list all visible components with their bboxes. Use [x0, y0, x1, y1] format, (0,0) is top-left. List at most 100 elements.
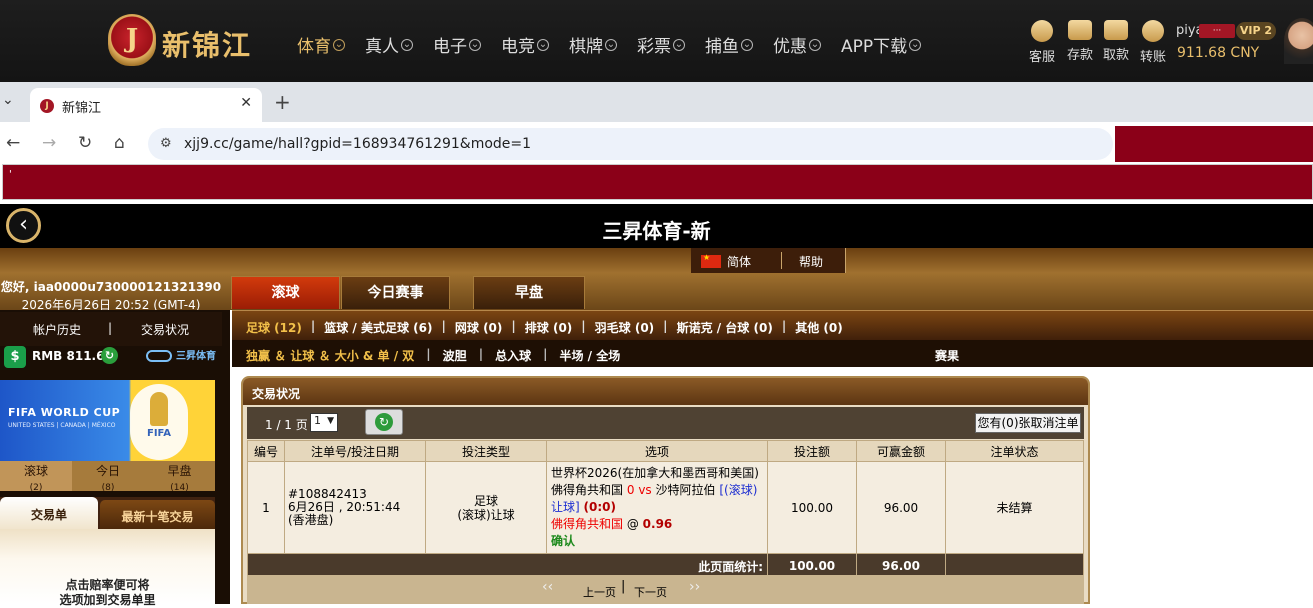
chevron-down-icon: ⌄	[333, 38, 345, 51]
sidebar-early-tab[interactable]: 早盘 (14)	[144, 461, 215, 493]
avatar[interactable]	[1284, 18, 1313, 64]
chevron-down-icon: ⌄	[809, 38, 821, 51]
table-row: 1 #108842413 6月26日 , 20:51:44 (香港盘) 足球 (滚…	[247, 461, 1084, 554]
last-ten-tab[interactable]: 最新十笔交易	[100, 500, 215, 529]
china-flag-icon[interactable]	[701, 253, 721, 268]
favicon-icon: J	[40, 99, 54, 113]
sport-item[interactable]: 足球 (12)	[246, 319, 302, 336]
url-bar[interactable]: ⚙ xjj9.cc/game/hall?gpid=168934761291&mo…	[148, 128, 1113, 160]
account-history-link[interactable]: 帐户历史	[33, 321, 81, 338]
away-team: 沙特阿拉伯	[655, 483, 716, 497]
trophy-icon	[150, 392, 168, 426]
sidebar-live-tab[interactable]: 滚球 (2)	[0, 461, 72, 493]
sport-item[interactable]: 其他 (0)	[795, 319, 843, 336]
cancelled-tickets-button[interactable]: 您有(0)张取消注单	[975, 413, 1081, 433]
forward-arrow-icon[interactable]: →	[42, 133, 56, 153]
new-tab-icon[interactable]: +	[274, 90, 291, 114]
ticket-status: 未结算	[945, 461, 1084, 554]
sport-item[interactable]: 篮球 / 美式足球 (6)	[324, 319, 432, 336]
deposit-button[interactable]: 存款	[1065, 20, 1095, 63]
account-links: 帐户历史 | 交易状况	[0, 312, 222, 346]
language-select[interactable]: 简体	[727, 253, 751, 270]
brand-logo: 三昇体育	[146, 347, 216, 362]
tab-early[interactable]: 早盘	[473, 276, 585, 309]
bet-type-item[interactable]: 半场 / 全场	[559, 347, 620, 364]
odds: 0.96	[642, 517, 673, 531]
prev-page-link[interactable]: 上一页	[583, 584, 616, 600]
bet-status-link[interactable]: 交易状况	[141, 321, 189, 338]
sport-item[interactable]: 羽毛球 (0)	[595, 319, 655, 336]
site-nav: 体育 ⌄ 真人 ⌄ 电子 ⌄ 电竞 ⌄ 棋牌 ⌄ 彩票 ⌄ 捕鱼 ⌄ 优惠 ⌄ APP下载 ⌄	[297, 32, 941, 57]
site-logo-text[interactable]: 新锦江	[162, 24, 252, 64]
chevron-down-icon: ⌄	[605, 38, 617, 51]
help-link[interactable]: 帮助	[799, 253, 823, 270]
refresh-icon: ↻	[375, 413, 393, 431]
table-header: 编号 注单号/投注日期 投注类型 选项 投注额 可赢金额 注单状态	[247, 440, 1084, 462]
app-title: 三昇体育-新	[602, 219, 711, 243]
bet-type-item[interactable]: 独赢 ＆ 让球 ＆ 大小 & 单 / 双	[246, 347, 414, 364]
prev-arrow-icon[interactable]: ‹‹	[542, 579, 553, 595]
tab-close-icon[interactable]: ✕	[240, 95, 252, 111]
site-nav-item[interactable]: 电子 ⌄	[433, 32, 481, 57]
refresh-balance-icon[interactable]: ↻	[101, 347, 118, 364]
site-nav-item[interactable]: 真人 ⌄	[365, 32, 413, 57]
bets-table: 编号 注单号/投注日期 投注类型 选项 投注额 可赢金额 注单状态 1 #108…	[247, 440, 1084, 579]
home-icon[interactable]: ⌂	[114, 133, 125, 153]
selection-cell: 世界杯2026(在加拿大和墨西哥和美国) 佛得角共和国 0 vs 沙特阿拉伯 […	[546, 461, 768, 554]
sport-item[interactable]: 网球 (0)	[455, 319, 503, 336]
tab-live[interactable]: 滚球	[231, 276, 340, 309]
results-link[interactable]: 赛果	[935, 347, 959, 364]
site-nav-item[interactable]: 优惠 ⌄	[773, 32, 821, 57]
bet-type-item[interactable]: 波胆	[443, 347, 467, 364]
panel-title: 交易状况	[243, 378, 1088, 405]
customer-service-button[interactable]: 客服	[1027, 20, 1057, 65]
tab-search-chevron-icon[interactable]: ⌄	[2, 92, 14, 108]
site-nav-item[interactable]: 彩票 ⌄	[637, 32, 685, 57]
withdraw-button[interactable]: 取款	[1101, 20, 1131, 63]
next-page-link[interactable]: 下一页	[634, 584, 667, 600]
next-arrow-icon[interactable]: ››	[689, 579, 700, 595]
fifa-26-emblem: FIFA	[130, 384, 188, 460]
tab-today[interactable]: 今日赛事	[341, 276, 450, 309]
chevron-down-icon: ⌄	[673, 38, 685, 51]
back-arrow-icon[interactable]: ←	[6, 133, 20, 153]
browser-tab[interactable]: J 新锦江 ✕	[30, 88, 262, 122]
chevron-down-icon: ⌄	[909, 38, 922, 51]
site-info-icon[interactable]: ⚙	[160, 136, 172, 151]
bet-type-bar: 独赢 ＆ 让球 ＆ 大小 & 单 / 双 | 波胆 | 总入球 | 半场 / 全场 赛果	[232, 340, 1313, 367]
sport-item[interactable]: 排球 (0)	[525, 319, 573, 336]
user-balance: 911.68 CNY	[1177, 45, 1260, 61]
tab-title: 新锦江	[62, 101, 102, 116]
chevron-down-icon: ⌄	[537, 38, 549, 51]
bet-type-cell: 足球 (滚球)让球	[425, 461, 547, 554]
confirmed-label: 确认	[551, 534, 576, 548]
url-text[interactable]: xjj9.cc/game/hall?gpid=168934761291&mode…	[184, 136, 531, 152]
page-select[interactable]: 1 ▼	[310, 413, 338, 432]
page-label: 1 / 1 页	[265, 418, 308, 432]
potential-win: 96.00	[856, 461, 946, 554]
chevron-down-icon: ⌄	[401, 38, 413, 51]
vip-badge[interactable]: VIP 2	[1236, 22, 1276, 40]
refresh-button[interactable]: ↻	[365, 409, 403, 435]
fifa-banner[interactable]: FIFA WORLD CUP UNITED STATES | CANADA | …	[0, 380, 215, 462]
picked-team: 佛得角共和国	[551, 517, 624, 531]
money-icon: $	[4, 346, 26, 368]
reload-icon[interactable]: ↻	[78, 133, 92, 153]
sports-list: 足球 (12) | 篮球 / 美式足球 (6) | 网球 (0) | 排球 (0) | 羽毛球 …	[246, 319, 843, 336]
pager-toolbar: 1 / 1 页 1 ▼ ↻ 您有(0)张取消注单	[247, 407, 1084, 439]
odds-zone: (香港盘)	[288, 513, 334, 527]
sidebar-today-tab[interactable]: 今日 (8)	[72, 461, 144, 493]
language-bar: 简体 帮助	[691, 248, 846, 273]
site-nav-item[interactable]: 电竞 ⌄	[501, 32, 549, 57]
user-name-masked: ···	[1199, 24, 1235, 38]
logo-emblem[interactable]: J	[108, 14, 156, 66]
bet-slip-tab[interactable]: 交易单	[0, 497, 98, 529]
greeting: 您好, iaa0000u730000121321390	[0, 280, 222, 294]
site-nav-item[interactable]: 体育 ⌄	[297, 32, 345, 57]
site-nav-item[interactable]: APP下载 ⌄	[841, 32, 922, 57]
sport-item[interactable]: 斯诺克 / 台球 (0)	[677, 319, 773, 336]
site-nav-item[interactable]: 捕鱼 ⌄	[705, 32, 753, 57]
site-nav-item[interactable]: 棋牌 ⌄	[569, 32, 617, 57]
bet-type-item[interactable]: 总入球	[495, 347, 531, 364]
transfer-button[interactable]: 转账	[1138, 20, 1168, 65]
